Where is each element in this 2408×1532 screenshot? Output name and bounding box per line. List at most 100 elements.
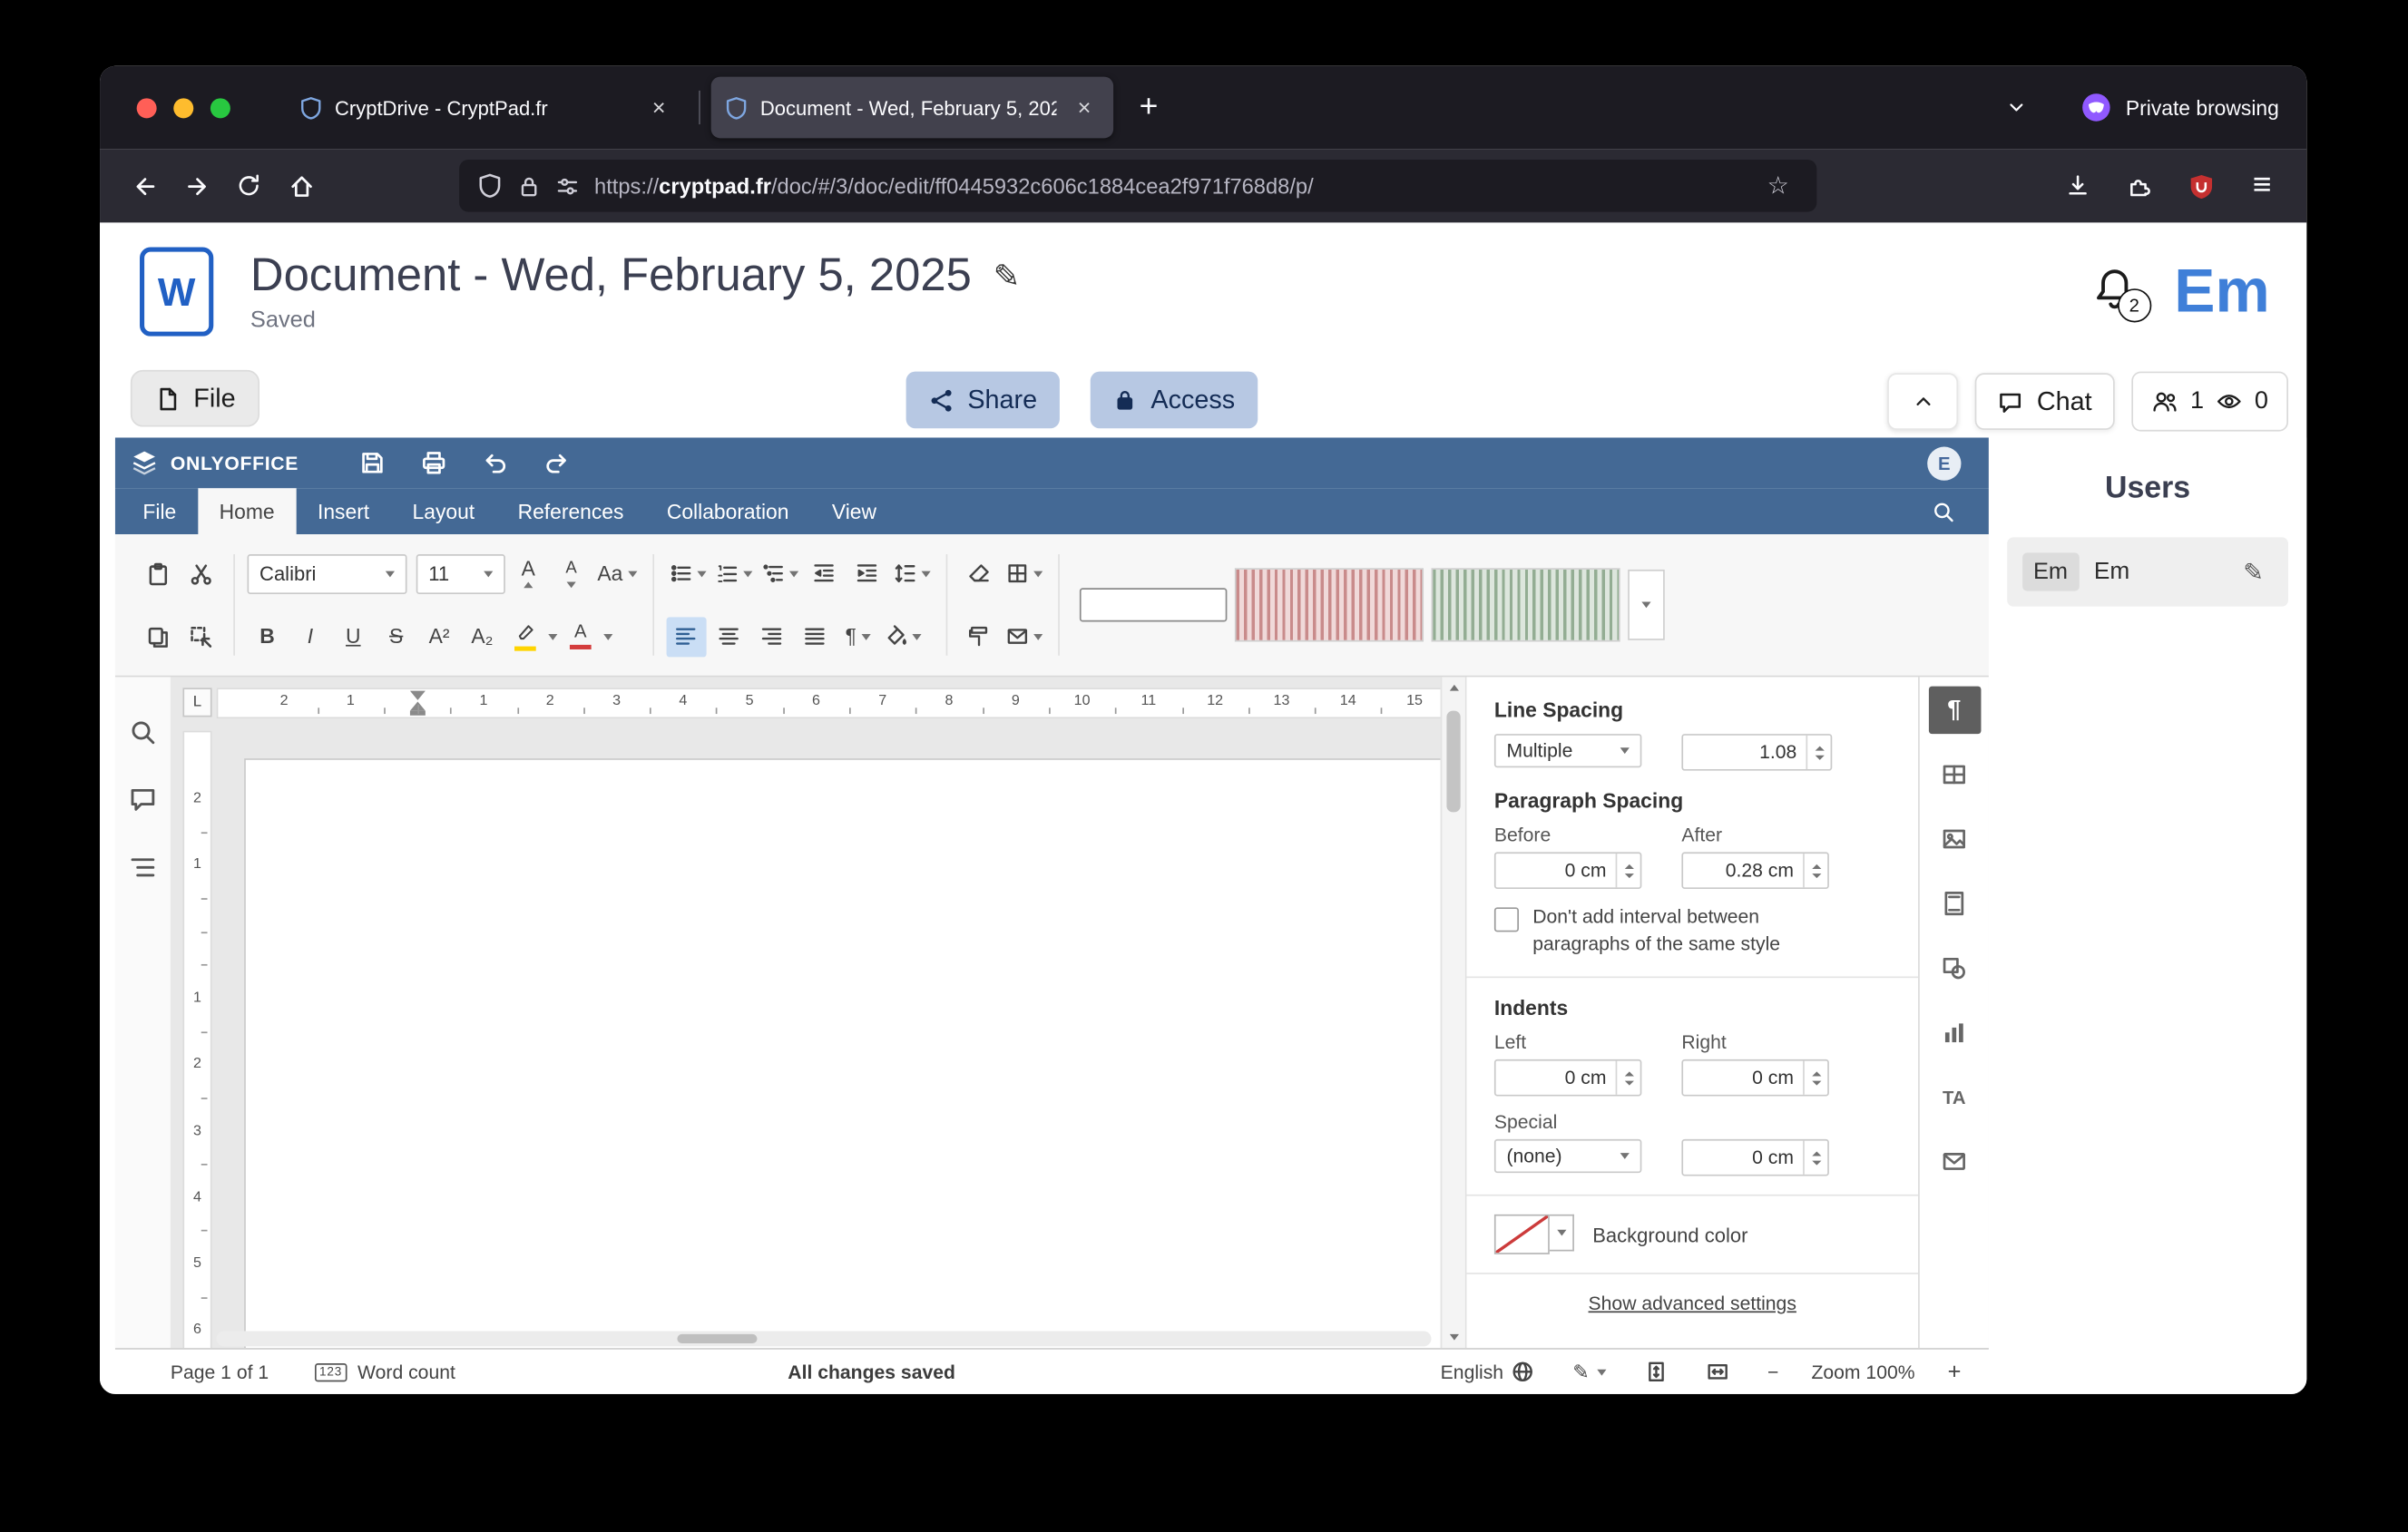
indent-right-spinner[interactable]: 0 cm xyxy=(1681,1059,1828,1097)
show-advanced-settings-link[interactable]: Show advanced settings xyxy=(1494,1293,1891,1314)
spinner-arrows[interactable] xyxy=(1616,1061,1640,1095)
bold-button[interactable]: B xyxy=(248,617,288,657)
bookmark-star-icon[interactable]: ☆ xyxy=(1757,169,1798,202)
document-canvas[interactable]: L 21123456789101112131415 21123456 xyxy=(171,677,1441,1348)
increase-font-button[interactable]: A xyxy=(508,553,548,593)
list-tabs-button[interactable] xyxy=(1992,83,2041,132)
browser-tab-cryptdrive[interactable]: CryptDrive - CryptPad.fr × xyxy=(286,77,688,139)
spellcheck-button[interactable]: ✎ xyxy=(1563,1358,1615,1385)
downloads-button[interactable] xyxy=(2051,161,2104,210)
chevron-down-icon[interactable] xyxy=(548,633,557,639)
collapse-toolbar-button[interactable] xyxy=(1888,373,1959,430)
nonprinting-characters-button[interactable]: ¶ xyxy=(837,617,877,657)
close-window-button[interactable] xyxy=(137,97,157,117)
save-button[interactable] xyxy=(341,443,403,483)
paragraph-style-preview[interactable] xyxy=(1234,568,1423,641)
justify-button[interactable] xyxy=(795,617,835,657)
background-color-swatch[interactable] xyxy=(1494,1215,1550,1254)
menu-button[interactable]: ≡ xyxy=(2236,161,2288,210)
tab-view[interactable]: View xyxy=(810,488,898,534)
print-button[interactable] xyxy=(403,443,465,483)
indent-left-spinner[interactable]: 0 cm xyxy=(1494,1059,1641,1097)
zoom-window-button[interactable] xyxy=(210,97,230,117)
spinner-arrows[interactable] xyxy=(1616,854,1640,887)
scrollbar-thumb[interactable] xyxy=(677,1334,757,1343)
align-center-button[interactable] xyxy=(709,617,749,657)
presence-counts[interactable]: 1 0 xyxy=(2132,372,2288,432)
chat-button[interactable]: Chat xyxy=(1975,373,2115,430)
close-tab-icon[interactable]: × xyxy=(643,93,674,123)
spinner-arrows[interactable] xyxy=(1806,736,1830,769)
textart-settings-tab[interactable]: TA xyxy=(1928,1073,1981,1120)
align-left-button[interactable] xyxy=(666,617,706,657)
reload-button[interactable] xyxy=(222,161,275,210)
spinner-arrows[interactable] xyxy=(1803,1141,1827,1175)
copy-button[interactable] xyxy=(138,617,178,657)
undo-button[interactable] xyxy=(465,443,526,483)
scrollbar-thumb[interactable] xyxy=(1446,711,1460,813)
chevron-down-icon[interactable] xyxy=(603,633,612,639)
increase-indent-button[interactable] xyxy=(847,553,886,593)
interval-checkbox[interactable] xyxy=(1494,907,1519,932)
select-all-button[interactable] xyxy=(181,617,221,657)
tab-references[interactable]: References xyxy=(496,488,645,534)
adblocker-button[interactable] xyxy=(2175,161,2227,210)
bullet-list-button[interactable] xyxy=(666,553,709,593)
zoom-level-label[interactable]: Zoom 100% xyxy=(1808,1361,1919,1382)
shape-settings-tab[interactable] xyxy=(1928,944,1981,991)
forward-button[interactable] xyxy=(171,161,223,210)
style-gallery-expand-button[interactable] xyxy=(1627,570,1664,640)
cut-button[interactable] xyxy=(181,553,221,593)
access-button[interactable]: Access xyxy=(1091,372,1258,429)
spinner-arrows[interactable] xyxy=(1803,1061,1827,1095)
tracking-shield-icon[interactable] xyxy=(477,173,502,198)
tab-insert[interactable]: Insert xyxy=(296,488,391,534)
decrease-font-button[interactable]: A xyxy=(552,553,592,593)
first-line-indent-marker[interactable] xyxy=(410,691,426,700)
superscript-button[interactable]: A² xyxy=(419,617,459,657)
horizontal-ruler[interactable]: 21123456789101112131415 xyxy=(217,688,1441,718)
find-button[interactable] xyxy=(120,717,166,747)
numbered-list-button[interactable] xyxy=(712,553,755,593)
page-count-label[interactable]: Page 1 of 1 xyxy=(171,1361,269,1382)
tab-home[interactable]: Home xyxy=(198,488,296,534)
paste-button[interactable] xyxy=(138,553,178,593)
line-spacing-select[interactable]: Multiple xyxy=(1494,734,1641,767)
new-tab-button[interactable]: + xyxy=(1122,82,1175,134)
collaborator-avatar[interactable]: E xyxy=(1927,446,1961,480)
share-button[interactable]: Share xyxy=(906,372,1061,429)
font-color-button[interactable]: A xyxy=(561,617,601,657)
mailmerge-settings-tab[interactable] xyxy=(1928,1137,1981,1185)
paragraph-style-preview[interactable] xyxy=(1431,568,1620,641)
special-indent-select[interactable]: (none) xyxy=(1494,1139,1641,1173)
subscript-button[interactable]: A₂ xyxy=(462,617,502,657)
spacing-before-spinner[interactable]: 0 cm xyxy=(1494,852,1641,889)
font-family-select[interactable]: Calibri xyxy=(248,553,407,593)
background-color-dropdown[interactable] xyxy=(1550,1215,1574,1252)
extensions-button[interactable] xyxy=(2113,161,2166,210)
tab-collaboration[interactable]: Collaboration xyxy=(645,488,810,534)
document-page[interactable] xyxy=(244,758,1441,1348)
user-avatar[interactable]: Em xyxy=(2174,258,2269,327)
chart-settings-tab[interactable] xyxy=(1928,1009,1981,1056)
highlight-color-button[interactable] xyxy=(505,617,545,657)
paragraph-shading-button[interactable] xyxy=(881,617,924,657)
file-button[interactable]: File xyxy=(131,370,260,427)
permissions-icon[interactable] xyxy=(556,174,579,197)
paragraph-settings-tab[interactable]: ¶ xyxy=(1928,687,1981,734)
tab-stop-selector[interactable]: L xyxy=(182,688,211,717)
paragraph-style-preview[interactable] xyxy=(1079,588,1226,621)
headerfooter-settings-tab[interactable] xyxy=(1928,880,1981,927)
mail-merge-button[interactable] xyxy=(1002,617,1044,657)
navigation-button[interactable] xyxy=(120,852,166,883)
fit-width-button[interactable] xyxy=(1697,1359,1738,1385)
line-spacing-button[interactable] xyxy=(890,553,933,593)
special-indent-spinner[interactable]: 0 cm xyxy=(1681,1139,1828,1176)
back-button[interactable] xyxy=(118,161,171,210)
tab-layout[interactable]: Layout xyxy=(391,488,496,534)
rename-pencil-icon[interactable]: ✎ xyxy=(994,258,1021,296)
strikeout-button[interactable]: S xyxy=(377,617,416,657)
fit-page-button[interactable] xyxy=(1635,1359,1677,1385)
decrease-indent-button[interactable] xyxy=(804,553,844,593)
zoom-in-button[interactable]: + xyxy=(1938,1357,1970,1386)
